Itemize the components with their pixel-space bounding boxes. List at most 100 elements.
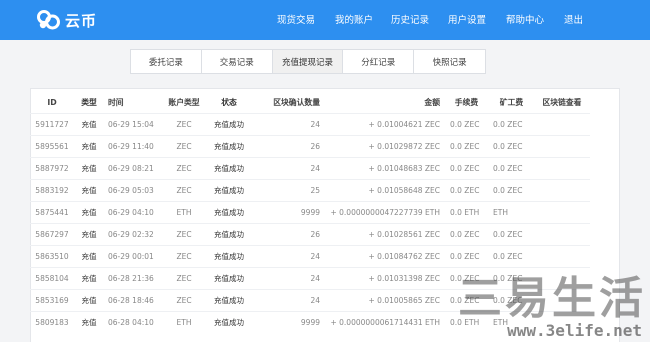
cell-id: 5887972 (30, 156, 74, 179)
col-header-blockchain-view: 区块链查看 (542, 98, 582, 108)
cell-id: 5895561 (30, 134, 74, 157)
cell-fee: 0.0 ZEC (444, 222, 489, 245)
cell-confirmations: 24 (254, 244, 324, 267)
cell-blockchain-view (534, 112, 590, 135)
cell-confirmations: 25 (254, 178, 324, 201)
cell-time: 06-28 21:36 (104, 266, 164, 289)
cell-miner-fee: 0.0 ZEC (489, 178, 534, 201)
cell-id: 5809183 (30, 310, 74, 333)
cell-confirmations: 9999 (254, 310, 324, 333)
cell-type: 充值 (74, 288, 104, 311)
cell-asset: ZEC (164, 266, 204, 289)
cell-id: 5858104 (30, 266, 74, 289)
cell-fee: 0.0 ETH (444, 200, 489, 223)
tab-order-records[interactable]: 委托记录 (131, 50, 202, 73)
brand-name: 云币 (65, 11, 98, 30)
nav-help-center[interactable]: 帮助中心 (506, 12, 544, 26)
site-watermark: 三易生活 www.3elife.net (448, 275, 650, 342)
cell-time: 06-28 04:10 (104, 310, 164, 333)
cell-asset: ZEC (164, 222, 204, 245)
tab-deposit-withdraw-records[interactable]: 充值提现记录 (272, 50, 344, 73)
cell-type: 充值 (74, 134, 104, 157)
cell-amount: + 0.01031398 ZEC (324, 266, 444, 289)
cell-fee: 0.0 ZEC (444, 244, 489, 267)
col-header-amount: 金额 (424, 98, 440, 108)
col-header-fee: 手续费 (454, 98, 479, 108)
table-header-row: ID 类型 时间 账户类型 状态 区块确认数量 金额 手续费 矿工费 区块链查看 (30, 93, 590, 113)
col-header-confirmations: 区块确认数量 (273, 98, 320, 108)
cell-amount: + 0.01048683 ZEC (324, 156, 444, 179)
watermark-main-text: 三易生活 (458, 273, 646, 324)
cell-status: 充值成功 (204, 222, 254, 245)
col-header-asset: 账户类型 (168, 98, 200, 108)
cell-fee: 0.0 ZEC (444, 112, 489, 135)
cell-amount: + 0.01028561 ZEC (324, 222, 444, 245)
cell-asset: ETH (164, 310, 204, 333)
col-header-time: 时间 (108, 98, 124, 108)
cell-type: 充值 (74, 310, 104, 333)
nav-user-settings[interactable]: 用户设置 (448, 12, 486, 26)
cell-asset: ZEC (164, 112, 204, 135)
cell-type: 充值 (74, 156, 104, 179)
cell-miner-fee: 0.0 ZEC (489, 134, 534, 157)
cell-amount: + 0.01058648 ZEC (324, 178, 444, 201)
table-row: 5911727 充值 06-29 15:04 ZEC 充值成功 24 + 0.0100462… (30, 112, 590, 135)
cell-time: 06-28 18:46 (104, 288, 164, 311)
cell-blockchain-view (534, 178, 590, 201)
cell-asset: ZEC (164, 288, 204, 311)
cloud-link-logo-icon (37, 10, 60, 30)
cell-blockchain-view (534, 200, 590, 223)
nav-my-account[interactable]: 我的账户 (335, 12, 373, 26)
cell-id: 5867297 (30, 222, 74, 245)
col-header-id: ID (47, 98, 57, 108)
nav-spot-trading[interactable]: 现货交易 (277, 12, 315, 26)
tab-snapshot-records[interactable]: 快照记录 (414, 50, 485, 73)
cell-blockchain-view (534, 134, 590, 157)
cell-id: 5883192 (30, 178, 74, 201)
cell-type: 充值 (74, 178, 104, 201)
cell-blockchain-view (534, 156, 590, 179)
cell-amount: + 0.01029872 ZEC (324, 134, 444, 157)
col-header-status: 状态 (221, 98, 237, 108)
top-navbar: 云币 现货交易 我的账户 历史记录 用户设置 帮助中心 退出 (0, 0, 650, 40)
watermark-url-text: www.3elife.net (507, 321, 642, 340)
nav-history[interactable]: 历史记录 (391, 12, 429, 26)
cell-amount: + 0.01005865 ZEC (324, 288, 444, 311)
tab-dividend-records[interactable]: 分红记录 (343, 50, 415, 73)
brand-logo[interactable]: 云币 (36, 9, 97, 31)
table-row: 5883192 充值 06-29 05:03 ZEC 充值成功 25 + 0.0105864… (30, 178, 590, 201)
cell-confirmations: 24 (254, 112, 324, 135)
cell-time: 06-29 04:10 (104, 200, 164, 223)
cell-time: 06-29 15:04 (104, 112, 164, 135)
cell-confirmations: 26 (254, 222, 324, 245)
record-tabs: 委托记录 交易记录 充值提现记录 分红记录 快照记录 (130, 49, 486, 74)
cell-type: 充值 (74, 112, 104, 135)
cell-status: 充值成功 (204, 156, 254, 179)
cell-confirmations: 26 (254, 134, 324, 157)
cell-miner-fee: 0.0 ZEC (489, 156, 534, 179)
cell-asset: ZEC (164, 244, 204, 267)
cell-status: 充值成功 (204, 200, 254, 223)
cell-status: 充值成功 (204, 178, 254, 201)
cell-amount: + 0.01084762 ZEC (324, 244, 444, 267)
col-header-type: 类型 (81, 98, 97, 108)
cell-status: 充值成功 (204, 266, 254, 289)
tab-trade-records[interactable]: 交易记录 (202, 50, 273, 73)
table-row: 5875441 充值 06-29 04:10 ETH 充值成功 9999 + 0.00000… (30, 200, 590, 223)
nav-logout[interactable]: 退出 (564, 12, 583, 26)
cell-confirmations: 24 (254, 156, 324, 179)
cell-fee: 0.0 ZEC (444, 134, 489, 157)
cell-time: 06-29 00:01 (104, 244, 164, 267)
cell-asset: ETH (164, 200, 204, 223)
cell-miner-fee: ETH (489, 200, 534, 223)
cell-time: 06-29 02:32 (104, 222, 164, 245)
cell-asset: ZEC (164, 134, 204, 157)
cell-miner-fee: 0.0 ZEC (489, 112, 534, 135)
cell-type: 充值 (74, 200, 104, 223)
table-row: 5867297 充值 06-29 02:32 ZEC 充值成功 26 + 0.0102856… (30, 222, 590, 245)
cell-id: 5911727 (30, 112, 74, 135)
cell-status: 充值成功 (204, 112, 254, 135)
cell-amount: + 0.01004621 ZEC (324, 112, 444, 135)
cell-blockchain-view (534, 222, 590, 245)
cell-id: 5875441 (30, 200, 74, 223)
